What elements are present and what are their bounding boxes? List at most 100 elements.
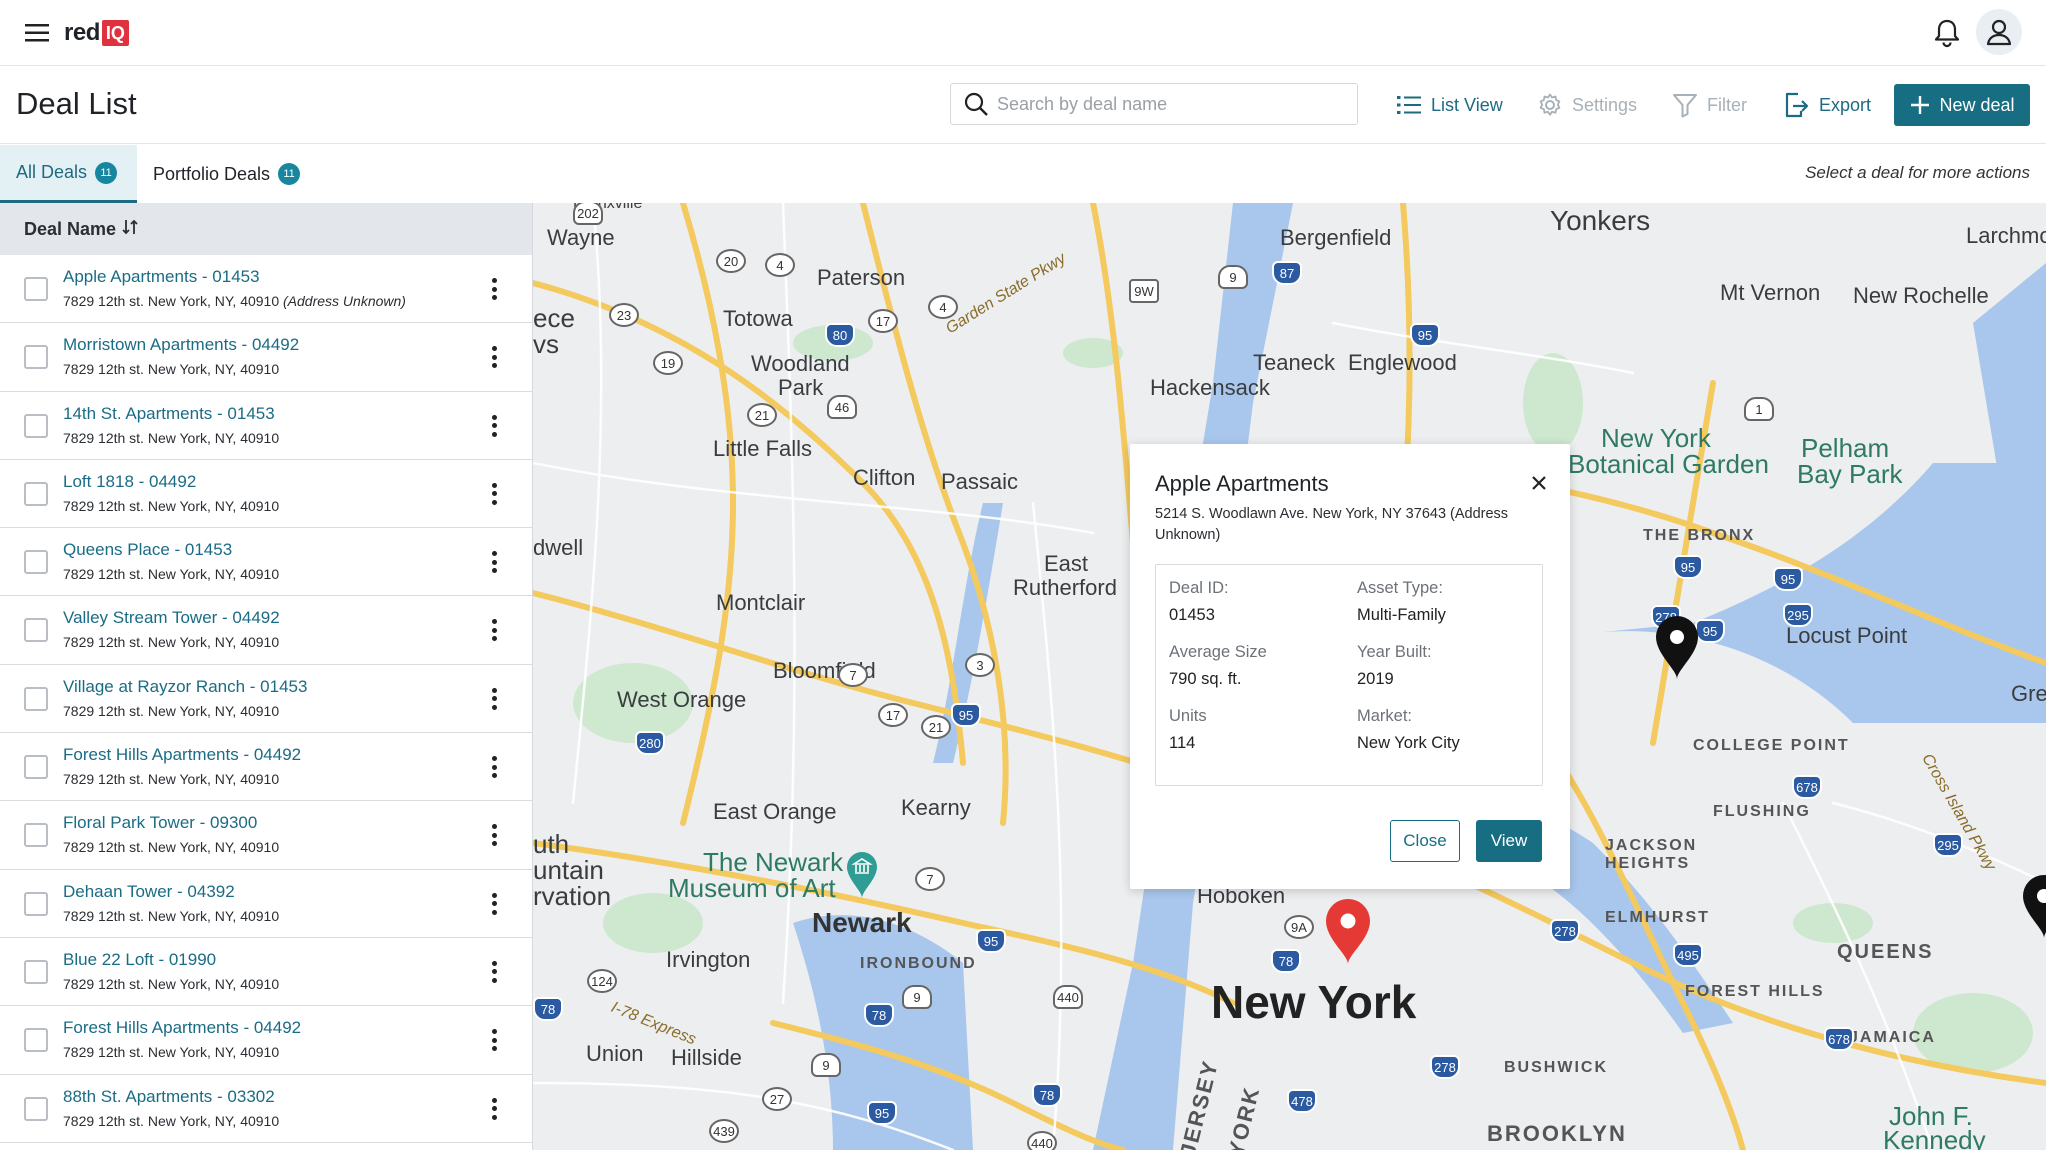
map-label: Union	[586, 1041, 644, 1066]
units-value: 114	[1169, 734, 1196, 752]
map-label: HEIGHTS	[1605, 855, 1691, 872]
deal-checkbox[interactable]	[24, 755, 48, 780]
app-logo[interactable]: red IQ	[64, 17, 129, 49]
popup-close-button[interactable]: Close	[1390, 820, 1460, 862]
deal-name-link[interactable]: 88th St. Apartments - 03302	[63, 1087, 275, 1107]
deal-row[interactable]: Valley Stream Tower - 04492 7829 12th st.…	[0, 596, 532, 665]
deal-address-text: 7829 12th st. New York, NY, 40910	[63, 702, 280, 719]
more-options-icon[interactable]	[482, 412, 506, 440]
deal-name-column-header[interactable]: Deal Name	[0, 203, 532, 255]
deal-popup: Apple Apartments 5214 S. Woodlawn Ave. N…	[1130, 444, 1570, 889]
deal-row[interactable]: Village at Rayzor Ranch - 01453 7829 12th…	[0, 665, 532, 734]
deal-name-link[interactable]: Queens Place - 01453	[63, 540, 232, 560]
deal-map-pin[interactable]	[1654, 616, 1700, 685]
deal-row[interactable]: Blue 22 Loft - 01990 7829 12th st. New Yo…	[0, 938, 532, 1007]
deal-name-link[interactable]: Blue 22 Loft - 01990	[63, 950, 216, 970]
deal-checkbox[interactable]	[24, 277, 48, 301]
new-deal-label: New deal	[1939, 94, 2015, 115]
deal-checkbox[interactable]	[24, 345, 48, 370]
deal-checkbox[interactable]	[24, 481, 48, 506]
deal-address: 7829 12th st. New York, NY, 40910	[63, 566, 279, 582]
more-options-icon[interactable]	[482, 616, 506, 644]
settings-button[interactable]: Settings	[1537, 90, 1637, 120]
route-shield: 7	[838, 663, 868, 687]
map-label: Teaneck	[1253, 350, 1335, 375]
more-options-icon[interactable]	[482, 1095, 506, 1123]
deal-name-link[interactable]: Village at Rayzor Ranch - 01453	[63, 677, 307, 697]
tab-portfolio-deals[interactable]: Portfolio Deals 11	[137, 145, 324, 203]
user-avatar-icon[interactable]	[1976, 9, 2022, 55]
new-deal-button[interactable]: New deal	[1894, 84, 2030, 126]
more-options-icon[interactable]	[482, 548, 506, 576]
deal-checkbox[interactable]	[24, 823, 48, 848]
deal-name-link[interactable]: Forest Hills Apartments - 04492	[63, 745, 301, 765]
map-label: East	[1044, 551, 1089, 576]
route-shield: 95	[951, 703, 981, 727]
filter-label: Filter	[1707, 94, 1747, 115]
sort-icon[interactable]	[122, 218, 138, 241]
deal-name-link[interactable]: Forest Hills Apartments - 04492	[63, 1018, 301, 1038]
deal-checkbox[interactable]	[24, 1028, 48, 1053]
route-shield: 3	[965, 653, 995, 677]
map-label: Hillside	[671, 1045, 742, 1070]
map-label: Botanical Garden	[1568, 449, 1769, 479]
deal-checkbox[interactable]	[24, 413, 48, 438]
more-options-icon[interactable]	[482, 890, 506, 918]
deal-name-link[interactable]: Morristown Apartments - 04492	[63, 335, 299, 355]
more-options-icon[interactable]	[482, 821, 506, 849]
more-options-icon[interactable]	[482, 343, 506, 371]
deal-checkbox[interactable]	[24, 550, 48, 575]
deal-rows: Apple Apartments - 01453 7829 12th st. Ne…	[0, 255, 532, 1143]
filter-button[interactable]: Filter	[1672, 90, 1747, 120]
more-options-icon[interactable]	[482, 753, 506, 781]
notification-bell-icon[interactable]	[1930, 16, 1964, 50]
deal-row[interactable]: Morristown Apartments - 04492 7829 12th s…	[0, 323, 532, 392]
deal-name-link[interactable]: Apple Apartments - 01453	[63, 267, 260, 287]
search-box[interactable]	[950, 83, 1358, 125]
deal-address-text: 7829 12th st. New York, NY, 40910	[63, 839, 280, 856]
more-options-icon[interactable]	[482, 480, 506, 508]
close-icon[interactable]	[1524, 468, 1554, 498]
deal-name-link[interactable]: 14th St. Apartments - 01453	[63, 404, 275, 424]
menu-icon[interactable]	[22, 18, 52, 48]
deal-address: 7829 12th st. New York, NY, 40910	[63, 771, 279, 787]
list-view-button[interactable]: List View	[1396, 90, 1503, 120]
deal-address: 7829 12th st. New York, NY, 40910	[63, 908, 279, 924]
deal-row[interactable]: Loft 1818 - 04492 7829 12th st. New York,…	[0, 460, 532, 529]
export-button[interactable]: Export	[1782, 90, 1871, 120]
more-options-icon[interactable]	[482, 958, 506, 986]
tab-all-deals[interactable]: All Deals 11	[0, 145, 137, 203]
deal-row[interactable]: Forest Hills Apartments - 04492 7829 12th…	[0, 733, 532, 802]
route-shield: 202	[573, 203, 603, 225]
deal-row[interactable]: 88th St. Apartments - 03302 7829 12th st.…	[0, 1075, 532, 1143]
deal-map-pin[interactable]	[2021, 875, 2046, 944]
deal-name-link[interactable]: Loft 1818 - 04492	[63, 472, 196, 492]
map-label: Kearny	[901, 795, 971, 820]
map-label: QUEENS	[1837, 941, 1934, 963]
popup-view-button[interactable]: View	[1476, 820, 1542, 862]
more-options-icon[interactable]	[482, 275, 506, 303]
logo-badge: IQ	[101, 20, 129, 46]
museum-icon[interactable]	[845, 851, 879, 904]
deal-row[interactable]: Forest Hills Apartments - 04492 7829 12th…	[0, 1006, 532, 1075]
deal-row[interactable]: Apple Apartments - 01453 7829 12th st. Ne…	[0, 255, 532, 324]
deal-name-link[interactable]: Floral Park Tower - 09300	[63, 813, 257, 833]
deal-checkbox[interactable]	[24, 686, 48, 711]
map-label: vs	[533, 329, 559, 359]
deal-checkbox[interactable]	[24, 959, 48, 984]
search-input[interactable]	[997, 93, 1337, 115]
deal-checkbox[interactable]	[24, 618, 48, 643]
more-options-icon[interactable]	[482, 1026, 506, 1054]
deal-checkbox[interactable]	[24, 1096, 48, 1121]
deal-checkbox[interactable]	[24, 891, 48, 916]
deal-row[interactable]: 14th St. Apartments - 01453 7829 12th st.…	[0, 392, 532, 460]
selected-deal-map-pin[interactable]	[1324, 899, 1372, 970]
more-options-icon[interactable]	[482, 685, 506, 713]
deal-name-link[interactable]: Dehaan Tower - 04392	[63, 882, 235, 902]
deal-row[interactable]: Queens Place - 01453 7829 12th st. New Yo…	[0, 528, 532, 597]
deal-row[interactable]: Dehaan Tower - 04392 7829 12th st. New Yo…	[0, 870, 532, 938]
route-shield: 21	[921, 715, 951, 739]
deal-row[interactable]: Floral Park Tower - 09300 7829 12th st. N…	[0, 801, 532, 870]
deal-address-text: 7829 12th st. New York, NY, 40910	[63, 634, 280, 651]
deal-name-link[interactable]: Valley Stream Tower - 04492	[63, 608, 280, 628]
